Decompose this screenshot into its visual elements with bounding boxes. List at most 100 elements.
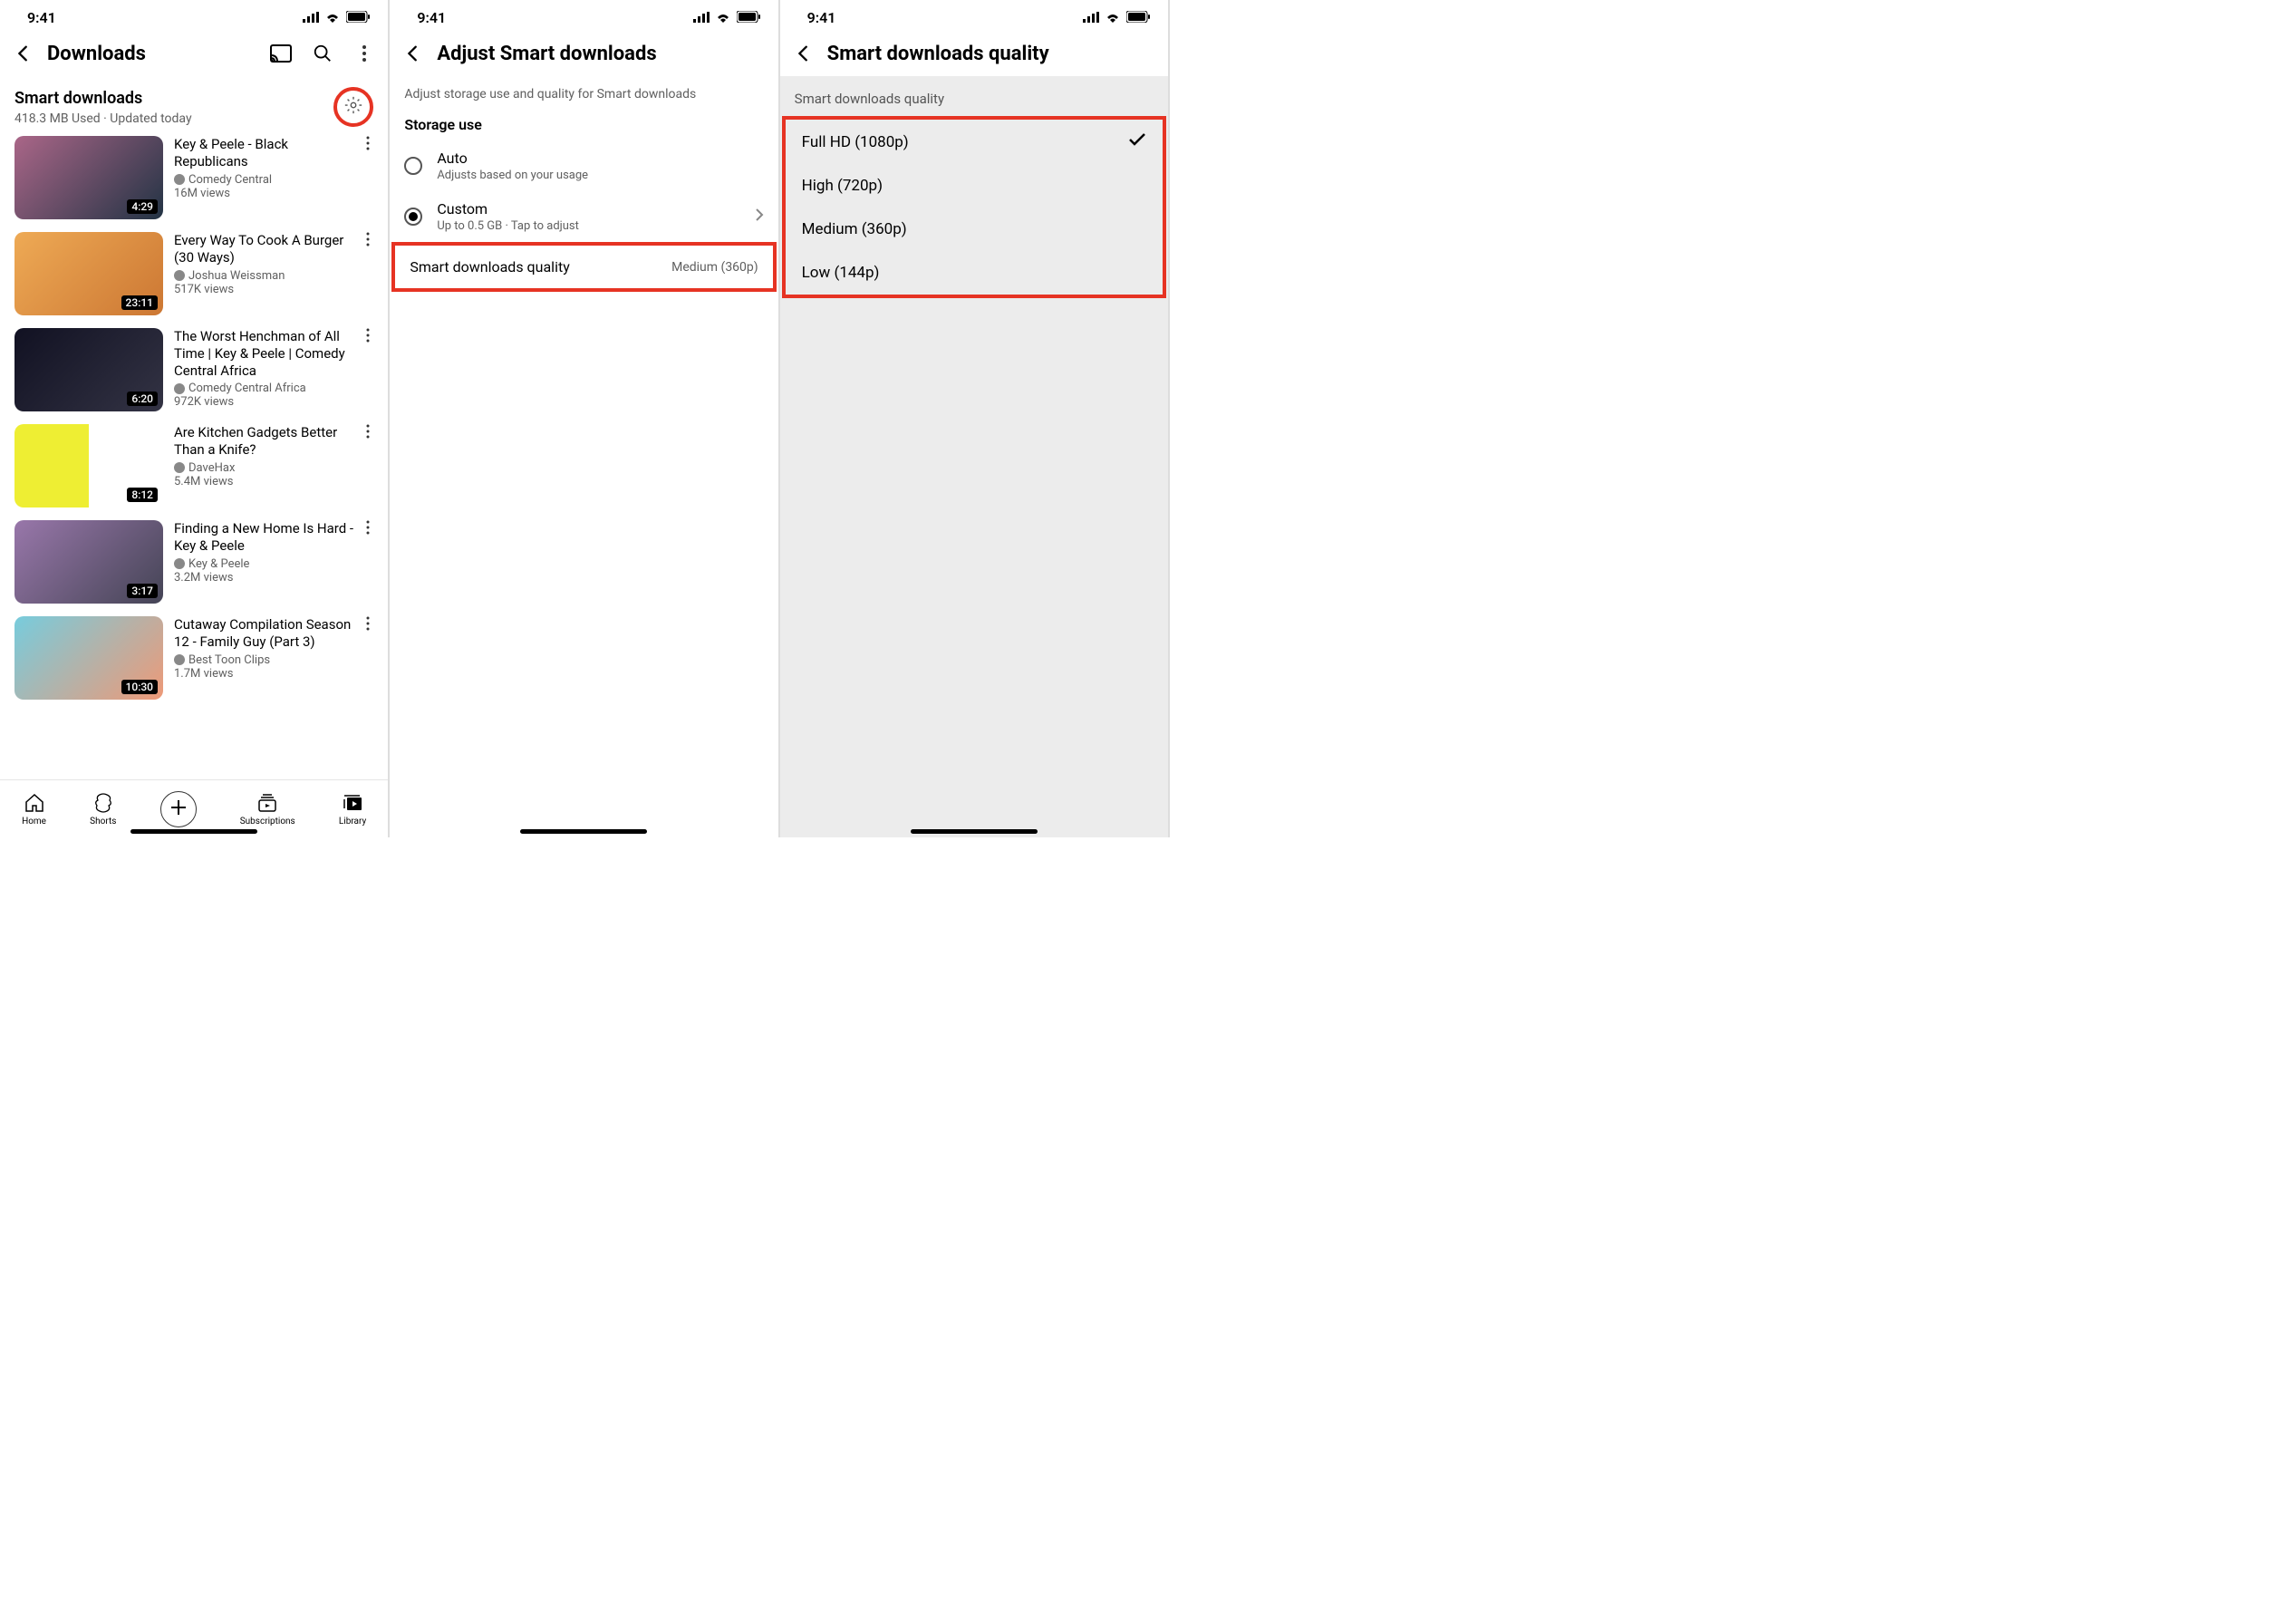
video-item[interactable]: 10:30 Cutaway Compilation Season 12 - Fa… <box>14 616 373 700</box>
status-icons <box>1083 9 1150 26</box>
nav-home[interactable]: Home <box>22 792 46 826</box>
page-title: Smart downloads quality <box>827 43 1155 65</box>
home-indicator[interactable] <box>130 829 257 834</box>
header-actions <box>270 43 375 64</box>
video-item[interactable]: 6:20 The Worst Henchman of All Time | Ke… <box>14 328 373 411</box>
subscriptions-icon <box>256 792 278 814</box>
quality-value: Medium (360p) <box>671 260 758 275</box>
video-item[interactable]: 4:29 Key & Peele - Black Republicans Com… <box>14 136 373 219</box>
video-title: Every Way To Cook A Burger (30 Ways) <box>174 232 357 266</box>
quality-options-list: Full HD (1080p) High (720p) Medium (360p… <box>786 120 1163 295</box>
video-title: Finding a New Home Is Hard - Key & Peele <box>174 520 357 555</box>
shorts-icon <box>92 792 114 814</box>
cast-icon[interactable] <box>270 43 292 64</box>
video-duration: 6:20 <box>127 392 158 406</box>
nav-create[interactable] <box>160 791 197 827</box>
more-vert-icon[interactable] <box>361 616 375 634</box>
video-info: Are Kitchen Gadgets Better Than a Knife?… <box>174 424 373 508</box>
screen-adjust-smart: 9:41 Adjust Smart downloads Adjust stora… <box>390 0 779 837</box>
video-list: 4:29 Key & Peele - Black Republicans Com… <box>0 130 388 779</box>
home-indicator[interactable] <box>520 829 647 834</box>
video-item[interactable]: 8:12 Are Kitchen Gadgets Better Than a K… <box>14 424 373 508</box>
video-views: 972K views <box>174 395 357 409</box>
gear-icon[interactable] <box>343 95 363 119</box>
quality-option[interactable]: Low (144p) <box>786 251 1163 295</box>
verified-icon <box>174 654 185 665</box>
back-icon[interactable] <box>13 43 34 64</box>
quality-option[interactable]: Medium (360p) <box>786 208 1163 251</box>
quality-option[interactable]: High (720p) <box>786 164 1163 208</box>
wifi-icon <box>324 9 341 26</box>
wifi-icon <box>1105 9 1121 26</box>
video-thumbnail: 4:29 <box>14 136 163 219</box>
video-views: 5.4M views <box>174 475 357 488</box>
video-views: 517K views <box>174 283 357 296</box>
quality-section-label: Smart downloads quality <box>780 76 1168 116</box>
battery-icon <box>346 9 370 26</box>
video-channel: Joshua Weissman <box>174 269 357 283</box>
radio-title: Auto <box>437 150 763 167</box>
video-duration: 4:29 <box>127 199 158 214</box>
highlight-quality-options: Full HD (1080p) High (720p) Medium (360p… <box>782 116 1166 298</box>
verified-icon <box>174 462 185 473</box>
video-channel: Comedy Central Africa <box>174 382 357 395</box>
video-item[interactable]: 3:17 Finding a New Home Is Hard - Key & … <box>14 520 373 604</box>
header: Smart downloads quality <box>780 31 1168 76</box>
video-thumbnail: 10:30 <box>14 616 163 700</box>
verified-icon <box>174 383 185 394</box>
screen-downloads: 9:41 Downloads <box>0 0 390 837</box>
option-label: Medium (360p) <box>802 220 907 238</box>
quality-option[interactable]: Full HD (1080p) <box>786 120 1163 164</box>
signal-icon <box>303 9 319 26</box>
video-info: The Worst Henchman of All Time | Key & P… <box>174 328 373 411</box>
status-bar: 9:41 <box>780 0 1168 31</box>
more-vert-icon[interactable] <box>361 136 375 154</box>
status-time: 9:41 <box>417 9 446 26</box>
home-icon <box>24 792 45 814</box>
verified-icon <box>174 558 185 569</box>
video-views: 1.7M views <box>174 667 357 681</box>
nav-subscriptions[interactable]: Subscriptions <box>240 792 295 826</box>
option-label: Full HD (1080p) <box>802 133 909 151</box>
storage-auto-row[interactable]: Auto Adjusts based on your usage <box>390 140 777 191</box>
nav-shorts[interactable]: Shorts <box>90 792 116 826</box>
video-channel: Best Toon Clips <box>174 653 357 667</box>
storage-custom-row[interactable]: Custom Up to 0.5 GB · Tap to adjust <box>390 191 777 242</box>
quality-label: Smart downloads quality <box>410 258 569 276</box>
video-channel: Comedy Central <box>174 173 357 187</box>
home-indicator[interactable] <box>911 829 1038 834</box>
wifi-icon <box>715 9 731 26</box>
nav-label: Subscriptions <box>240 817 295 826</box>
status-time: 9:41 <box>807 9 836 26</box>
more-vert-icon[interactable] <box>361 520 375 538</box>
more-vert-icon[interactable] <box>353 43 375 64</box>
battery-icon <box>1126 9 1150 26</box>
radio-selected-icon <box>404 208 422 226</box>
back-icon[interactable] <box>793 43 815 64</box>
nav-library[interactable]: Library <box>339 792 366 826</box>
back-icon[interactable] <box>402 43 424 64</box>
section-title: Smart downloads <box>14 89 192 108</box>
nav-label: Home <box>22 817 46 826</box>
video-title: Cutaway Compilation Season 12 - Family G… <box>174 616 357 651</box>
search-icon[interactable] <box>312 43 333 64</box>
video-duration: 3:17 <box>127 584 158 598</box>
option-label: Low (144p) <box>802 264 880 282</box>
video-duration: 8:12 <box>127 488 158 502</box>
video-duration: 23:11 <box>121 295 158 310</box>
nav-label: Shorts <box>90 817 116 826</box>
battery-icon <box>737 9 760 26</box>
check-icon <box>1128 132 1146 151</box>
video-title: The Worst Henchman of All Time | Key & P… <box>174 328 357 379</box>
more-vert-icon[interactable] <box>361 232 375 250</box>
more-vert-icon[interactable] <box>361 328 375 346</box>
verified-icon <box>174 270 185 281</box>
quality-row[interactable]: Smart downloads quality Medium (360p) <box>395 246 772 288</box>
status-bar: 9:41 <box>0 0 388 31</box>
more-vert-icon[interactable] <box>361 424 375 442</box>
status-time: 9:41 <box>27 9 56 26</box>
radio-sub: Adjusts based on your usage <box>437 169 763 182</box>
section-sub: 418.3 MB Used · Updated today <box>14 111 192 126</box>
video-thumbnail: 6:20 <box>14 328 163 411</box>
video-item[interactable]: 23:11 Every Way To Cook A Burger (30 Way… <box>14 232 373 315</box>
